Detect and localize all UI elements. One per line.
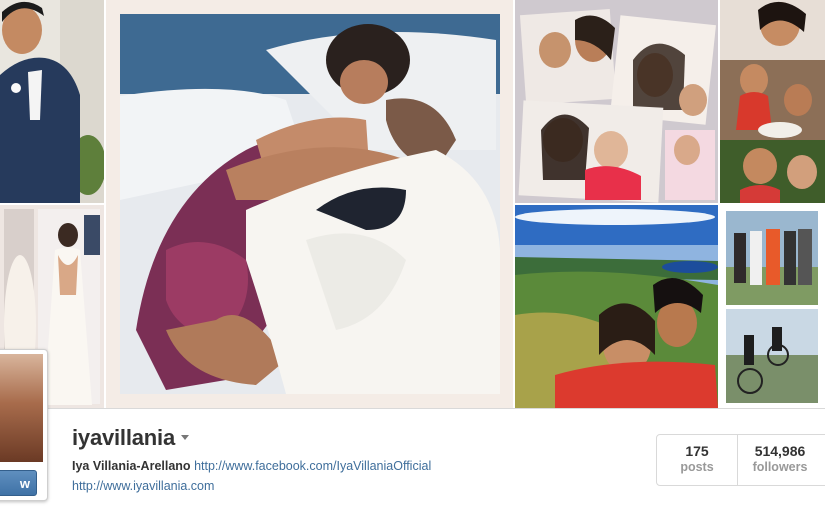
- followers-label: followers: [752, 460, 808, 474]
- website: http://www.iyavillania.com: [72, 479, 214, 493]
- username: iyavillania: [72, 425, 189, 451]
- mosaic-photo-family-collage[interactable]: [515, 0, 718, 203]
- username-text: iyavillania: [72, 425, 175, 450]
- bio: Iya Villania-Arellano http://www.faceboo…: [72, 459, 431, 473]
- bio-link[interactable]: http://www.facebook.com/IyaVillaniaOffic…: [194, 459, 431, 473]
- avatar[interactable]: w: [0, 349, 48, 501]
- photo-mosaic: [0, 0, 825, 408]
- stats-box: 175 posts 514,986 followers: [656, 434, 825, 486]
- posts-stat[interactable]: 175 posts: [657, 435, 737, 485]
- posts-label: posts: [680, 460, 714, 474]
- mosaic-photo-dinner-collage[interactable]: [720, 0, 825, 203]
- chevron-down-icon[interactable]: [180, 434, 189, 440]
- posts-count: 175: [685, 443, 709, 459]
- mosaic-photo-couple-hill[interactable]: [515, 205, 718, 408]
- followers-stat[interactable]: 514,986 followers: [737, 435, 822, 485]
- mosaic-photo-cycling-collage[interactable]: [720, 205, 825, 408]
- mosaic-photo-groom[interactable]: [0, 0, 104, 203]
- mosaic-photo-main[interactable]: [106, 0, 513, 408]
- website-link[interactable]: http://www.iyavillania.com: [72, 479, 214, 493]
- avatar-photo: [0, 354, 43, 462]
- follow-button[interactable]: w: [0, 470, 37, 496]
- profile-header: w iyavillania Iya Villania-Arellano http…: [0, 349, 825, 511]
- followers-count: 514,986: [754, 443, 806, 459]
- full-name: Iya Villania-Arellano: [72, 459, 191, 473]
